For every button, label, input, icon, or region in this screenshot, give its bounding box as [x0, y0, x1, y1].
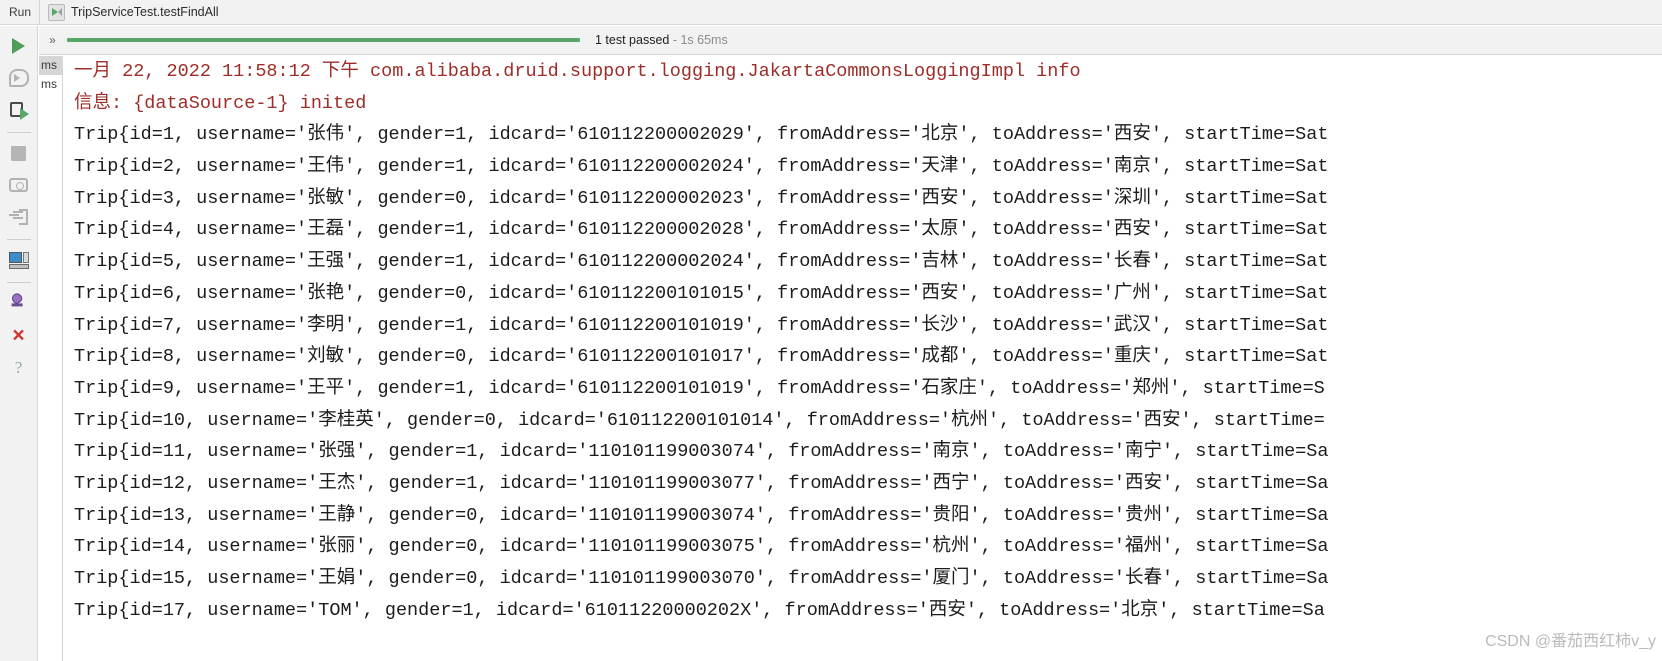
question-mark-icon: ?	[14, 357, 23, 377]
run-toolbar: × ?	[0, 26, 38, 661]
test-tree-row[interactable]: ms	[39, 56, 62, 75]
close-button[interactable]: ×	[5, 321, 33, 349]
console-line: Trip{id=12, username='王杰', gender=1, idc…	[74, 472, 1329, 494]
toolbar-divider-1	[6, 132, 31, 133]
rerun-failed-button[interactable]	[5, 96, 33, 124]
console-line: 一月 22, 2022 11:58:12 下午 com.alibaba.drui…	[74, 61, 1081, 82]
console-line: Trip{id=15, username='王娟', gender=0, idc…	[74, 568, 1329, 589]
camera-icon	[9, 178, 28, 192]
run-tool-window-label: Run	[9, 5, 32, 19]
dump-threads-button[interactable]	[5, 171, 33, 199]
auto-test-icon	[8, 69, 29, 87]
console-window-icon	[8, 251, 29, 269]
toolbar-divider-2	[6, 239, 31, 240]
run-test-icon	[48, 3, 66, 21]
tab-label: TripServiceTest.testFindAll	[71, 5, 219, 19]
console-line: Trip{id=14, username='张丽', gender=0, idc…	[74, 536, 1329, 558]
test-status-label: 1 test passed	[595, 33, 670, 47]
rerun-failed-icon	[9, 101, 29, 120]
rerun-button[interactable]	[5, 32, 33, 60]
console-line: Trip{id=8, username='刘敏', gender=0, idca…	[74, 346, 1329, 368]
console-line: Trip{id=11, username='张强', gender=1, idc…	[74, 441, 1329, 463]
export-arrow-icon	[9, 209, 28, 225]
tab-trip-service-test[interactable]: TripServiceTest.testFindAll	[40, 0, 229, 25]
pin-icon	[5, 289, 33, 317]
test-progress-bar	[67, 38, 580, 42]
console-line: Trip{id=1, username='张伟', gender=1, idca…	[74, 124, 1329, 146]
stop-square-icon	[11, 145, 26, 161]
console-output[interactable]: 一月 22, 2022 11:58:12 下午 com.alibaba.drui…	[64, 56, 1662, 661]
test-progress-row: » 1 test passed - 1s 65ms	[39, 26, 1662, 55]
test-tree-panel[interactable]: ms ms	[39, 56, 63, 661]
toggle-auto-test-button[interactable]	[5, 64, 33, 92]
console-line: Trip{id=13, username='王静', gender=0, idc…	[74, 504, 1329, 526]
console-line: Trip{id=17, username='TOM', gender=1, id…	[74, 599, 1325, 621]
test-tree-row[interactable]: ms	[39, 75, 62, 94]
console-line: Trip{id=4, username='王磊', gender=1, idca…	[74, 219, 1329, 241]
test-duration-label: - 1s 65ms	[672, 33, 728, 47]
test-status-text: 1 test passed - 1s 65ms	[595, 33, 728, 47]
console-line: Trip{id=3, username='张敏', gender=0, idca…	[74, 187, 1329, 209]
close-x-icon: ×	[12, 323, 25, 347]
pin-tab-button[interactable]	[5, 289, 33, 317]
open-console-button[interactable]	[5, 246, 33, 274]
console-line: Trip{id=2, username='王伟', gender=1, idca…	[74, 156, 1329, 178]
toolbar-divider-3	[6, 282, 31, 283]
console-line: 信息: {dataSource-1} inited	[74, 92, 367, 114]
export-test-results-button[interactable]	[5, 203, 33, 231]
console-line: Trip{id=6, username='张艳', gender=0, idca…	[74, 282, 1329, 304]
console-line: Trip{id=10, username='李桂英', gender=0, id…	[74, 409, 1325, 431]
console-line: Trip{id=7, username='李明', gender=1, idca…	[74, 314, 1329, 336]
stop-button[interactable]	[5, 139, 33, 167]
run-tool-window-header: Run TripServiceTest.testFindAll	[0, 0, 1662, 25]
expand-toolbar-chevron-icon[interactable]: »	[39, 33, 65, 47]
help-button[interactable]: ?	[5, 353, 33, 381]
console-line: Trip{id=9, username='王平', gender=1, idca…	[74, 377, 1325, 399]
console-line: Trip{id=5, username='王强', gender=1, idca…	[74, 251, 1329, 273]
play-triangle-icon	[12, 38, 25, 54]
